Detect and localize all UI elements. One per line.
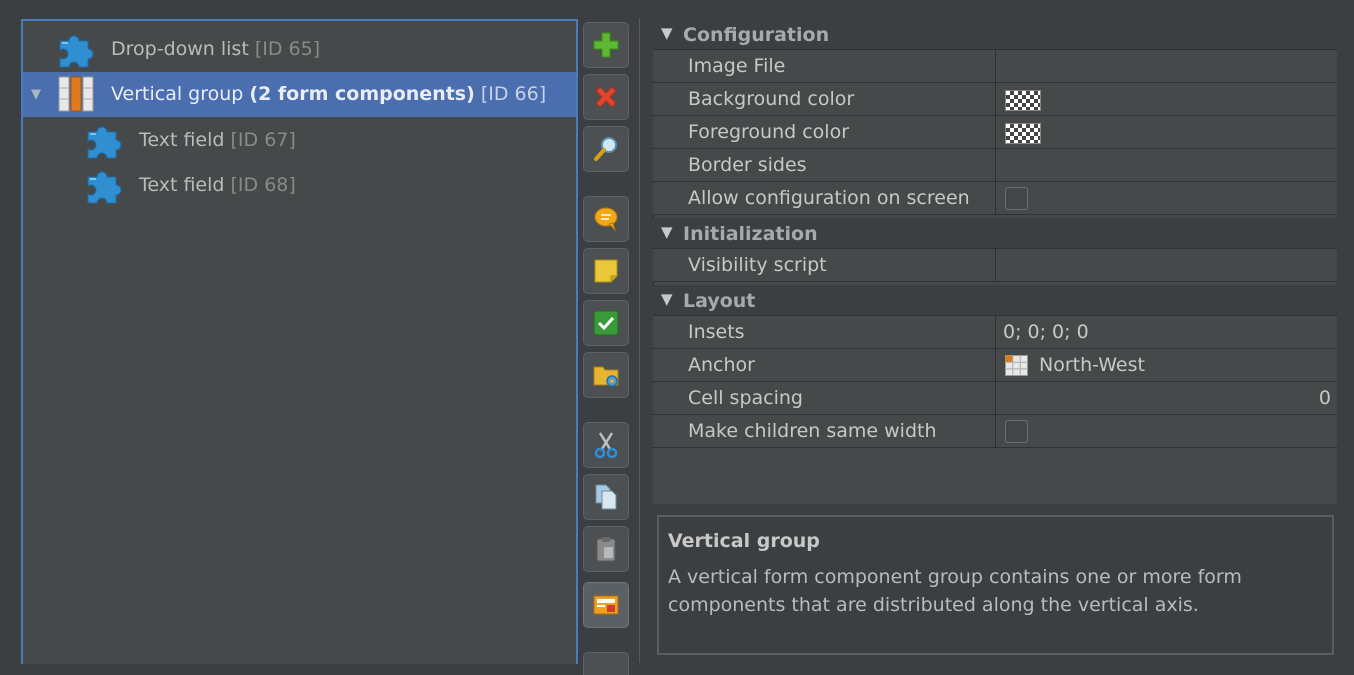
prop-value[interactable]: [995, 249, 1337, 281]
description-text: A vertical form component group contains…: [668, 566, 1242, 616]
transparent-color-swatch[interactable]: [1005, 123, 1041, 144]
copy-icon: [595, 484, 617, 510]
section-title: Configuration: [683, 24, 830, 46]
prop-value[interactable]: [995, 149, 1337, 181]
add-button[interactable]: [583, 22, 629, 68]
prop-value: [995, 182, 1337, 214]
collapse-arrow-icon[interactable]: ▼: [661, 290, 673, 308]
folder-button[interactable]: [583, 352, 629, 398]
checkmark-icon: [593, 310, 619, 336]
prop-insets[interactable]: Insets 0; 0; 0; 0: [653, 316, 1337, 349]
tree-item-label: Drop-down list [ID 65]: [111, 38, 321, 60]
puzzle-icon: [87, 126, 122, 159]
prop-label: Border sides: [688, 154, 807, 176]
cell-spacing-value: 0: [1318, 387, 1331, 409]
prop-value[interactable]: [995, 83, 1337, 115]
tree-item-text-field-67[interactable]: Text field [ID 67]: [23, 118, 576, 163]
magnifier-icon: [594, 137, 617, 161]
description-title: Vertical group: [668, 530, 820, 552]
x-icon: [595, 86, 617, 108]
prop-value[interactable]: 0; 0; 0; 0: [995, 316, 1337, 348]
sticky-note-icon: [594, 259, 618, 283]
copy-button[interactable]: [583, 474, 629, 520]
component-tree[interactable]: Drop-down list [ID 65] ▼ Vertical group …: [21, 19, 578, 664]
prop-value[interactable]: 0: [995, 382, 1337, 414]
folder-gear-icon: [593, 366, 619, 387]
prop-value[interactable]: North-West: [995, 349, 1337, 381]
tree-item-label: Vertical group (2 form components) [ID 6…: [111, 83, 547, 105]
toolbar: [583, 20, 629, 675]
prop-anchor[interactable]: Anchor North-West: [653, 349, 1337, 382]
cut-button[interactable]: [583, 422, 629, 468]
prop-border-sides[interactable]: Border sides: [653, 149, 1337, 182]
prop-image-file[interactable]: Image File: [653, 50, 1337, 83]
prop-background-color[interactable]: Background color: [653, 83, 1337, 116]
tree-item-vertical-group[interactable]: ▼ Vertical group (2 form components) [ID…: [23, 72, 576, 117]
section-title: Initialization: [683, 223, 818, 245]
prop-label: Insets: [688, 321, 745, 343]
prop-label: Foreground color: [688, 121, 850, 143]
tree-item-label: Text field [ID 68]: [139, 174, 296, 196]
tree-item-text-field-68[interactable]: Text field [ID 68]: [23, 163, 576, 208]
same-width-checkbox[interactable]: [1005, 420, 1028, 443]
allow-configuration-checkbox[interactable]: [1005, 187, 1028, 210]
comment-button[interactable]: [583, 196, 629, 242]
more-button[interactable]: [583, 652, 629, 675]
form-preview-icon: [593, 595, 619, 615]
tree-item-drop-down-list[interactable]: Drop-down list [ID 65]: [23, 27, 576, 72]
speech-bubble-icon: [594, 207, 618, 232]
prop-label: Anchor: [688, 354, 755, 376]
prop-allow-configuration[interactable]: Allow configuration on screen: [653, 182, 1337, 215]
anchor-value: North-West: [1039, 354, 1145, 376]
prop-label: Allow configuration on screen: [688, 187, 970, 209]
insets-value: 0; 0; 0; 0: [1003, 321, 1089, 343]
vertical-group-icon: [58, 76, 94, 112]
plus-icon: [593, 32, 619, 58]
puzzle-icon: [59, 35, 94, 68]
tree-item-label: Text field [ID 67]: [139, 129, 296, 151]
anchor-grid-icon: [1005, 355, 1028, 376]
prop-value[interactable]: [995, 116, 1337, 148]
prop-label: Cell spacing: [688, 387, 803, 409]
prop-label: Make children same width: [688, 420, 937, 442]
property-table: ▼ Configuration Image File Background co…: [653, 19, 1337, 504]
section-initialization[interactable]: ▼ Initialization: [653, 218, 1337, 249]
clipboard-icon: [596, 537, 616, 562]
section-configuration[interactable]: ▼ Configuration: [653, 19, 1337, 50]
prop-visibility-script[interactable]: Visibility script: [653, 249, 1337, 282]
transparent-color-swatch[interactable]: [1005, 90, 1041, 111]
paste-button[interactable]: [583, 526, 629, 572]
section-layout[interactable]: ▼ Layout: [653, 285, 1337, 316]
puzzle-icon: [87, 171, 122, 204]
panel-divider: [639, 18, 640, 663]
note-button[interactable]: [583, 248, 629, 294]
prop-value[interactable]: [995, 50, 1337, 82]
check-button[interactable]: [583, 300, 629, 346]
collapse-arrow-icon[interactable]: ▼: [661, 24, 673, 42]
prop-cell-spacing[interactable]: Cell spacing 0: [653, 382, 1337, 415]
prop-label: Image File: [688, 55, 786, 77]
prop-value: [995, 415, 1337, 447]
scissors-icon: [594, 432, 618, 459]
collapse-arrow-icon[interactable]: ▼: [661, 223, 673, 241]
search-button[interactable]: [583, 126, 629, 172]
screen-button[interactable]: [583, 582, 629, 628]
prop-foreground-color[interactable]: Foreground color: [653, 116, 1337, 149]
section-title: Layout: [683, 290, 756, 312]
expand-arrow-icon[interactable]: ▼: [31, 87, 41, 102]
delete-button[interactable]: [583, 74, 629, 120]
prop-label: Visibility script: [688, 254, 827, 276]
description-panel: Vertical group A vertical form component…: [657, 515, 1334, 655]
prop-label: Background color: [688, 88, 855, 110]
prop-make-children-same-width[interactable]: Make children same width: [653, 415, 1337, 448]
